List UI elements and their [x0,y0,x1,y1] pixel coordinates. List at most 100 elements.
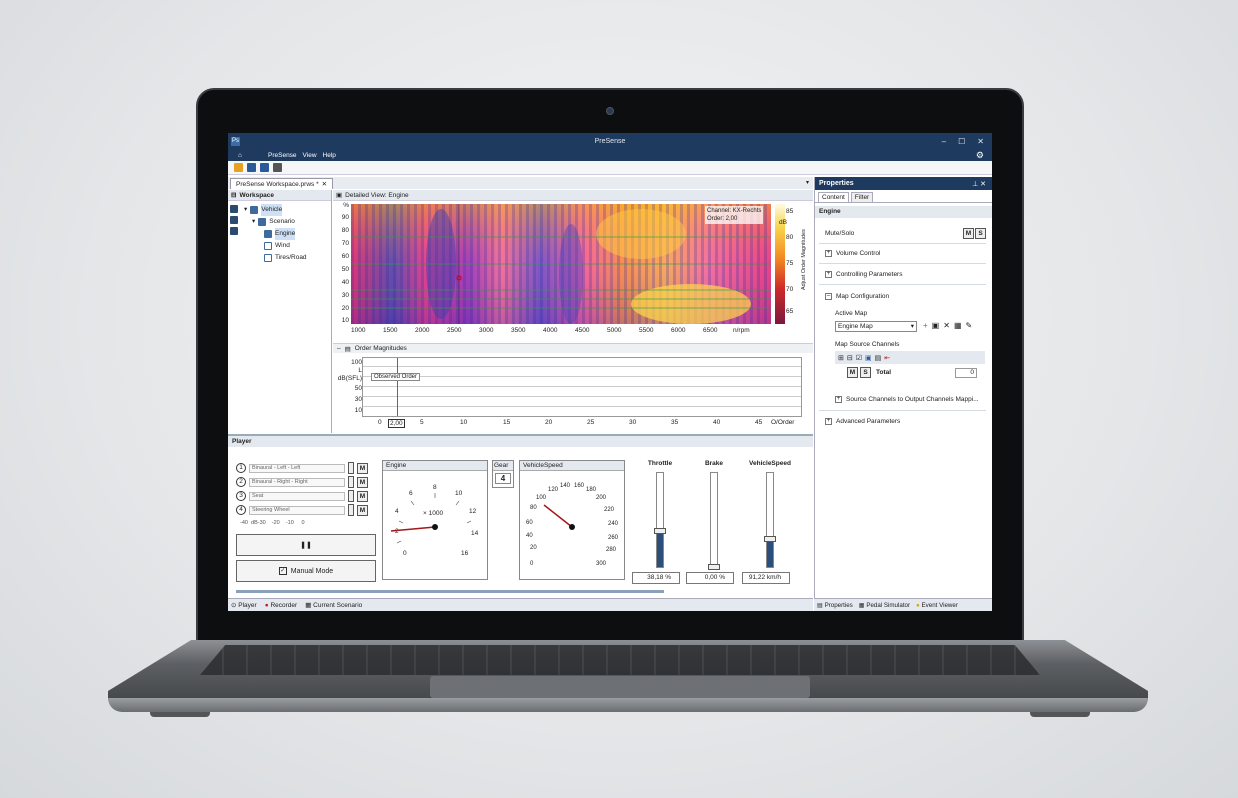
brake-label: Brake [704,460,724,467]
speed-tick: 100 [536,495,547,501]
speed-tick: 120 [548,487,559,493]
vehicle-speed-slider[interactable]: VehicleSpeed 91,22 km/h [740,460,800,585]
collapse-all-icon[interactable]: ⊞ [838,354,844,362]
mute-button[interactable]: M [357,490,368,502]
active-map-select[interactable]: Engine Map [835,321,917,332]
channel-fader[interactable] [348,462,354,474]
save-icon[interactable]: ▣ [865,354,872,362]
heatmap-annotation: Channel: KX-Rechts Order: 2,00 [705,206,764,224]
edit-icon[interactable]: ✎ [966,321,973,330]
vehicle-speed-fill [767,538,773,567]
controlling-parameters-row[interactable]: + Controlling Parameters [825,271,902,278]
import-icon[interactable]: ⇤ [884,354,890,362]
volume-control-row[interactable]: + Volume Control [825,250,880,257]
channel-fader[interactable] [348,476,354,488]
tab-player[interactable]: ⊙ Player [231,601,257,609]
adjust-order-magnitudes-label[interactable]: Adjust Order Magnitudes [801,210,811,310]
menu-view[interactable]: View [303,152,317,159]
annotation-channel: Channel: KX-Rechts [707,208,762,214]
solo-button[interactable]: S [860,367,871,378]
export-icon[interactable] [230,227,238,235]
channel-name[interactable]: Binaural - Left - Left [249,463,345,473]
delete-icon[interactable]: ✕ [943,321,950,330]
collapse-icon[interactable]: – [337,345,341,352]
tree-item-scenario[interactable]: ▾ Scenario [244,216,307,228]
tab-filter[interactable]: Filter [850,192,874,202]
y-tick: 60 [341,253,349,260]
pin-close-icon[interactable]: ⊥ ✕ [972,180,986,188]
speed-tick: 160 [574,483,585,489]
total-value-input[interactable]: 0 [955,368,977,378]
brake-slider[interactable]: Brake 0,00 % [684,460,744,585]
mute-button[interactable]: M [847,367,858,378]
tab-properties[interactable]: ▤ Properties [817,602,853,609]
speed-tick: 300 [596,561,607,567]
collapse-icon: – [825,293,832,300]
import-icon[interactable] [230,216,238,224]
map-configuration-row[interactable]: – Map Configuration [825,293,889,300]
home-icon[interactable]: ⌂ [238,152,248,159]
channel-name[interactable]: Binaural - Right - Right [249,477,345,487]
tab-pedal-simulator[interactable]: ▦ Pedal Simulator [859,602,910,609]
advanced-parameters-row[interactable]: + Advanced Parameters [825,418,900,425]
tab-content[interactable]: Content [818,192,849,202]
brake-thumb[interactable] [708,564,720,570]
vehicle-speed-value[interactable]: 91,22 km/h [742,572,790,584]
settings-icon[interactable] [273,163,282,172]
copy-icon[interactable]: ▦ [954,321,962,330]
add-icon[interactable] [230,205,238,213]
brake-value[interactable]: 0,00 % [686,572,734,584]
expand-all-icon[interactable]: ⊟ [847,354,853,362]
vehicle-speed-thumb[interactable] [764,535,776,542]
add-icon[interactable]: + [923,321,928,330]
throttle-value[interactable]: 38,18 % [632,572,680,584]
tab-current-scenario[interactable]: ▦ Current Scenario [305,601,362,609]
horizontal-scrollbar[interactable] [236,590,664,593]
pause-button[interactable]: ❚❚ [236,534,376,556]
tree-item-engine[interactable]: Engine [244,228,307,240]
mute-button[interactable]: M [357,462,368,474]
throttle-slider[interactable]: Throttle 38,18 % [630,460,690,585]
colorbar-unit: dB [779,219,787,226]
close-tab-icon[interactable]: ✕ [322,180,327,188]
mute-button[interactable]: M [963,228,974,239]
order-x-unit: O/Order [771,419,795,426]
mute-button[interactable]: M [357,504,368,516]
save-icon[interactable] [247,163,256,172]
order-magnitudes-header: – ▤ Order Magnitudes [333,343,813,353]
player-bottom-tabs: ⊙ Player ● Recorder ▦ Current Scenario [228,598,813,611]
source-to-output-row[interactable]: + Source Channels to Output Channels Mapp… [835,396,979,403]
collapse-icon[interactable]: ⊟ [231,191,236,199]
channel-fader[interactable] [348,504,354,516]
vehicle-speed-track[interactable] [764,472,776,568]
channel-name[interactable]: Seat [249,491,345,501]
order-x-marker[interactable]: 2,00 [388,419,405,428]
menu-presense[interactable]: PreSense [268,152,297,159]
order-magnitudes-plot[interactable] [362,357,802,417]
channel-name[interactable]: Steering Wheel [249,505,345,515]
chevron-down-icon[interactable]: ▾ [806,179,809,186]
tree-item-vehicle[interactable]: ▾ Vehicle [244,204,307,216]
engine-tick: 4 [395,508,399,515]
throttle-track[interactable] [654,472,666,568]
save-as-icon[interactable] [260,163,269,172]
solo-button[interactable]: S [975,228,986,239]
tab-event-viewer[interactable]: ● Event Viewer [916,602,958,609]
tab-recorder[interactable]: ● Recorder [265,602,297,609]
tab-workspace[interactable]: PreSense Workspace.prws * ✕ [230,178,334,189]
brake-track[interactable] [708,472,720,570]
table-icon[interactable]: ▤ [875,354,882,362]
gear-icon[interactable]: ⚙ [976,150,984,161]
menu-help[interactable]: Help [323,152,336,159]
engine-gauge: Engine 2 4 6 8 10 12 14 16 0 × 1000 [382,460,488,580]
tree-item-wind[interactable]: Wind [244,240,307,252]
throttle-thumb[interactable] [654,528,666,535]
observed-order-label: Observed Order [371,373,421,381]
check-icon[interactable]: ☑ [856,354,862,362]
channel-fader[interactable] [348,490,354,502]
save-icon[interactable]: ▣ [932,321,940,330]
manual-mode-toggle[interactable]: ✓ Manual Mode [236,560,376,582]
open-folder-icon[interactable] [234,163,243,172]
tree-item-tires[interactable]: Tires/Road [244,252,307,264]
mute-button[interactable]: M [357,476,368,488]
